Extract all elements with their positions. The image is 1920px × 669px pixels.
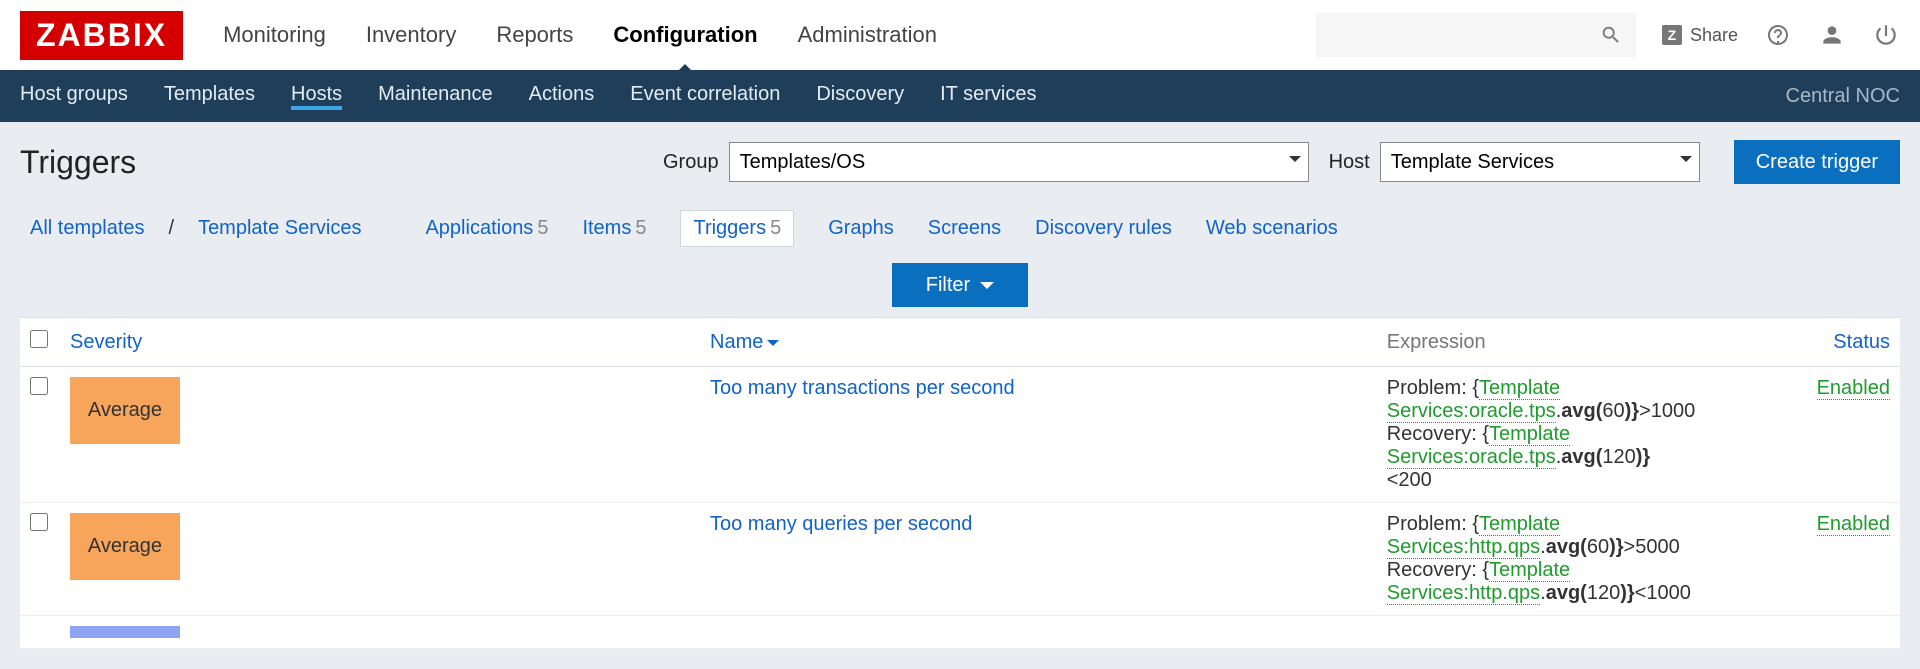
table-wrap: Severity Name Expression Status Average T… <box>0 317 1920 669</box>
tab-count: 5 <box>635 217 646 239</box>
subnav-item-discovery[interactable]: Discovery <box>816 83 904 110</box>
help-button[interactable] <box>1764 21 1792 49</box>
topbar-right: Z Share <box>1316 13 1900 57</box>
topnav-item-inventory[interactable]: Inventory <box>366 22 457 48</box>
subnav: Host groups Templates Hosts Maintenance Acti… <box>0 70 1920 122</box>
expression-cell: Problem: {Template Services:oracle.tps.a… <box>1377 367 1706 503</box>
subnav-item-host-groups[interactable]: Host groups <box>20 83 128 110</box>
tab-count: 5 <box>770 217 781 239</box>
row-checkbox[interactable] <box>30 377 48 395</box>
page-title: Triggers <box>20 144 136 181</box>
user-icon <box>1819 22 1845 48</box>
subnav-right-label: Central NOC <box>1786 85 1900 108</box>
status-link[interactable]: Enabled <box>1817 513 1890 536</box>
topnav-item-configuration[interactable]: Configuration <box>613 22 757 48</box>
subnav-item-event-correlation[interactable]: Event correlation <box>630 83 780 110</box>
topbar: ZABBIX Monitoring Inventory Reports Configu… <box>0 0 1920 70</box>
power-icon <box>1873 22 1899 48</box>
topnav: Monitoring Inventory Reports Configuration A… <box>223 22 937 48</box>
crumb-separator: / <box>169 217 175 240</box>
severity-badge: Average <box>70 377 180 444</box>
filter-row: Filter <box>0 263 1920 317</box>
host-selector: Host <box>1329 142 1700 182</box>
col-expression: Expression <box>1377 318 1706 367</box>
table-row: Average Too many transactions per second P… <box>20 367 1900 503</box>
col-severity[interactable]: Severity <box>60 318 700 367</box>
chevron-down-icon <box>980 282 994 296</box>
group-select[interactable] <box>729 142 1309 182</box>
select-all-cell <box>20 318 60 367</box>
col-status[interactable]: Status <box>1705 318 1900 367</box>
severity-badge: Average <box>70 513 180 580</box>
trigger-name-link[interactable]: Too many transactions per second <box>710 377 1015 399</box>
group-selector: Group <box>663 142 1309 182</box>
subnav-item-actions[interactable]: Actions <box>529 83 595 110</box>
power-button[interactable] <box>1872 21 1900 49</box>
col-name[interactable]: Name <box>700 318 1377 367</box>
tab-web-scenarios[interactable]: Web scenarios <box>1206 217 1338 240</box>
select-all-checkbox[interactable] <box>30 330 48 348</box>
subnav-item-templates[interactable]: Templates <box>164 83 255 110</box>
row-checkbox[interactable] <box>30 513 48 531</box>
subnav-item-it-services[interactable]: IT services <box>940 83 1036 110</box>
crumb-all-templates[interactable]: All templates <box>30 217 145 240</box>
subnav-items: Host groups Templates Hosts Maintenance Acti… <box>20 83 1036 110</box>
help-icon <box>1766 23 1790 47</box>
topnav-item-reports[interactable]: Reports <box>496 22 573 48</box>
subnav-item-maintenance[interactable]: Maintenance <box>378 83 493 110</box>
host-label: Host <box>1329 151 1370 174</box>
expr-key-link[interactable]: Template Services:http.qps <box>1387 559 1570 605</box>
triggers-table: Severity Name Expression Status Average T… <box>20 317 1900 649</box>
logo[interactable]: ZABBIX <box>20 11 183 60</box>
subnav-item-hosts[interactable]: Hosts <box>291 83 342 110</box>
filter-label: Filter <box>926 274 970 297</box>
search-input[interactable] <box>1316 13 1636 57</box>
tab-applications[interactable]: Applications5 <box>425 217 548 240</box>
crumb-template[interactable]: Template Services <box>198 217 361 240</box>
table-row <box>20 616 1900 649</box>
user-button[interactable] <box>1818 21 1846 49</box>
expression-cell: Problem: {Template Services:http.qps.avg… <box>1377 503 1706 616</box>
expr-key-link[interactable]: Template Services:http.qps <box>1387 513 1560 559</box>
status-link[interactable]: Enabled <box>1817 377 1890 400</box>
share-label: Share <box>1690 25 1738 46</box>
tab-graphs[interactable]: Graphs <box>828 217 894 240</box>
expr-key-link[interactable]: Template Services:oracle.tps <box>1387 423 1570 469</box>
expr-key-link[interactable]: Template Services:oracle.tps <box>1387 377 1560 423</box>
page-header: Triggers Group Host Create trigger <box>0 122 1920 202</box>
section-bar: All templates / Template Services Applic… <box>0 202 1920 263</box>
group-label: Group <box>663 151 719 174</box>
tab-items[interactable]: Items5 <box>582 217 646 240</box>
tab-triggers[interactable]: Triggers5 <box>680 210 794 247</box>
topnav-item-administration[interactable]: Administration <box>798 22 937 48</box>
tab-count: 5 <box>537 217 548 239</box>
filter-button[interactable]: Filter <box>892 263 1028 307</box>
tab-screens[interactable]: Screens <box>928 217 1001 240</box>
tab-discovery-rules[interactable]: Discovery rules <box>1035 217 1172 240</box>
sort-desc-icon <box>767 340 779 352</box>
severity-badge <box>70 626 180 638</box>
search-icon <box>1600 24 1622 46</box>
share-button[interactable]: Z Share <box>1662 25 1738 46</box>
create-trigger-button[interactable]: Create trigger <box>1734 140 1900 184</box>
trigger-name-link[interactable]: Too many queries per second <box>710 513 972 535</box>
table-row: Average Too many queries per second Proble… <box>20 503 1900 616</box>
zabbix-badge-icon: Z <box>1662 25 1682 45</box>
topnav-item-monitoring[interactable]: Monitoring <box>223 22 326 48</box>
host-select[interactable] <box>1380 142 1700 182</box>
table-header-row: Severity Name Expression Status <box>20 318 1900 367</box>
